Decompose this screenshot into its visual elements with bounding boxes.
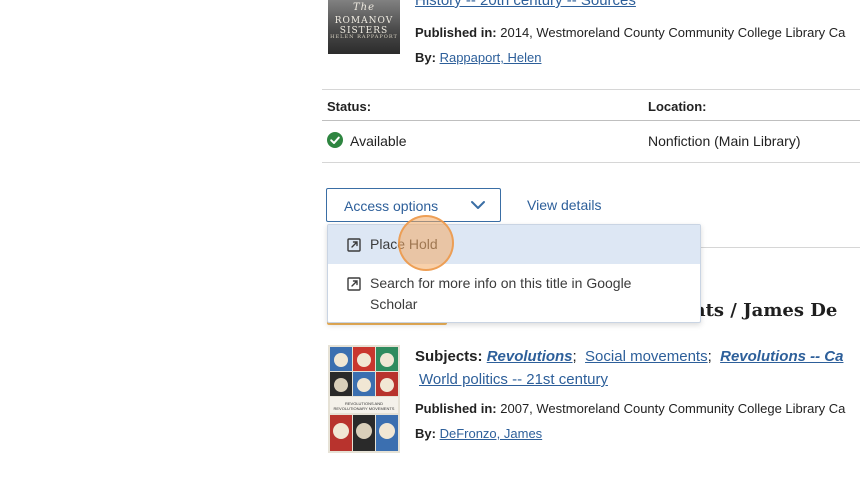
author-info: By: DeFronzo, James: [415, 426, 542, 441]
published-info: Published in: 2007, Westmoreland County …: [415, 401, 845, 416]
divider: [322, 89, 860, 90]
divider: [700, 247, 860, 248]
published-label: Published in:: [415, 401, 497, 416]
by-label: By:: [415, 426, 436, 441]
chevron-down-icon: [471, 201, 485, 209]
subject-link[interactable]: History -- 20th century -- Sources: [415, 0, 636, 9]
subjects-list: Subjects: Revolutions; Social movements;…: [415, 345, 843, 391]
published-value: 2007, Westmoreland County Community Coll…: [500, 401, 846, 416]
subjects-label: Subjects:: [415, 348, 483, 365]
published-info: Published in: 2014, Westmoreland County …: [415, 25, 845, 40]
subject-link[interactable]: Revolutions: [487, 348, 573, 365]
location-value: Nonfiction (Main Library): [648, 133, 801, 149]
cover-text: REVOLUTIONS AND REVOLUTIONARY MOVEMENTS: [333, 401, 395, 411]
menu-item-place-hold[interactable]: Place Hold: [328, 225, 700, 264]
by-label: By:: [415, 50, 436, 65]
access-options-menu: Place Hold Search for more info on this …: [327, 224, 701, 323]
separator: ;: [572, 348, 577, 365]
divider: [322, 162, 860, 163]
author-info: By: Rappaport, Helen: [415, 50, 541, 65]
published-value: 2014, Westmoreland County Community Coll…: [500, 25, 846, 40]
author-link[interactable]: DeFronzo, James: [440, 426, 543, 441]
divider: [322, 120, 860, 121]
cover-text: The: [352, 2, 376, 13]
cover-text: HELEN RAPPAPORT: [330, 34, 398, 40]
menu-item-label: Search for more info on this title in Go…: [370, 275, 632, 312]
status-header: Status:: [327, 99, 372, 114]
status-value: Available: [350, 133, 407, 149]
external-link-icon: [347, 277, 361, 291]
menu-item-google-scholar[interactable]: Search for more info on this title in Go…: [328, 264, 700, 322]
subject-link[interactable]: Social movements: [585, 348, 708, 365]
author-link[interactable]: Rappaport, Helen: [440, 50, 542, 65]
external-link-icon: [347, 238, 361, 252]
cover-art: [328, 345, 400, 453]
check-circle-icon: [327, 132, 343, 148]
separator: ;: [707, 348, 712, 365]
published-label: Published in:: [415, 25, 497, 40]
access-options-label: Access options: [344, 198, 439, 214]
subject-link[interactable]: World politics -- 21st century: [419, 371, 608, 388]
subject-link[interactable]: Revolutions -- Ca: [720, 348, 843, 365]
click-indicator: [398, 215, 454, 271]
cover-text: ROMANOV SISTERS: [334, 16, 394, 36]
book-cover-revolutions[interactable]: REVOLUTIONS AND REVOLUTIONARY MOVEMENTS: [328, 345, 400, 453]
view-details-link[interactable]: View details: [527, 197, 601, 213]
book-cover-romanov-sisters[interactable]: The ROMANOV SISTERS HELEN RAPPAPORT: [328, 0, 400, 54]
location-header: Location:: [648, 99, 707, 114]
